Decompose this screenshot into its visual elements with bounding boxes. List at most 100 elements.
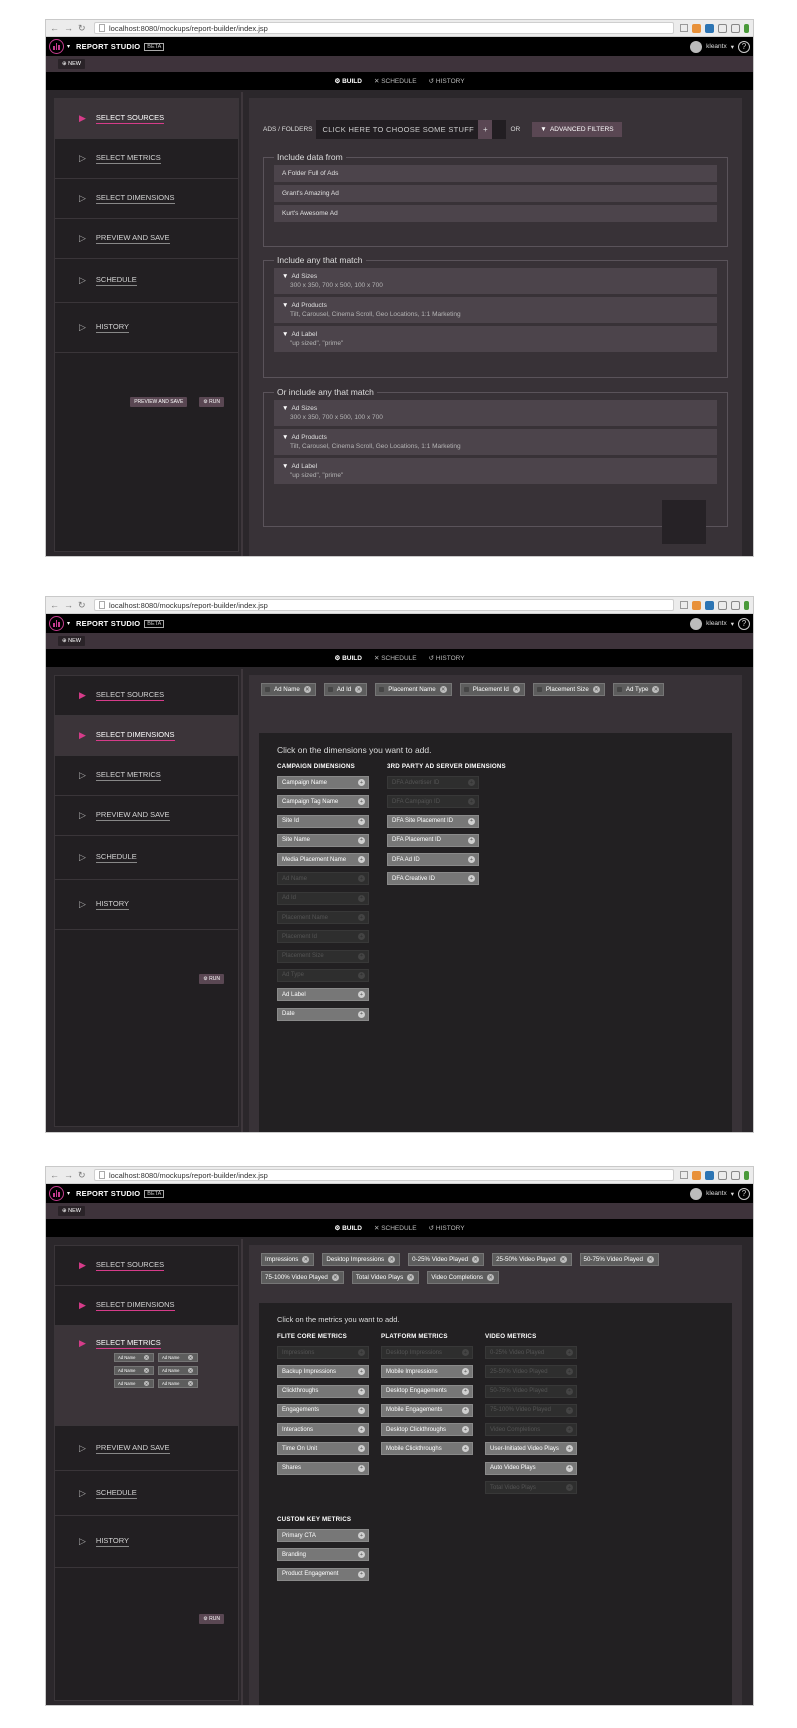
selected-chip[interactable]: Ad Type ✕ [612, 683, 665, 696]
step-select-dimensions[interactable]: ▶ SELECT DIMENSIONS [55, 716, 238, 756]
user-menu[interactable]: kleantx ▾? [690, 617, 750, 630]
report-studio-logo-icon[interactable] [49, 616, 64, 631]
new-report-button[interactable]: ⊕ NEW [58, 636, 85, 646]
metric-option[interactable]: Desktop Clickthroughs + [381, 1423, 473, 1437]
forward-icon[interactable]: → [64, 600, 73, 611]
step-select-sources[interactable]: ▶ SELECT SOURCES [55, 99, 238, 139]
back-icon[interactable]: ← [50, 600, 59, 611]
selected-chip[interactable]: 50-75% Video Played ✕ [579, 1253, 659, 1266]
tab-build[interactable]: ⚙ BUILD [334, 654, 362, 662]
remove-icon[interactable]: ✕ [472, 1256, 480, 1263]
metric-option[interactable]: Engagements + [277, 1403, 369, 1417]
metric-option[interactable]: Desktop Engagements + [381, 1384, 473, 1398]
new-report-button[interactable]: ⊕ NEW [58, 1206, 85, 1216]
ads-folders-chooser[interactable]: CLICK HERE TO CHOOSE SOME STUFF + [316, 120, 507, 139]
menu-icon[interactable] [744, 23, 749, 33]
reload-icon[interactable]: ↻ [78, 23, 86, 34]
menu-icon[interactable] [744, 1170, 749, 1180]
tab-history[interactable]: ↺ HISTORY [429, 77, 465, 85]
metric-option[interactable]: Auto Video Plays + [485, 1461, 577, 1475]
step-history[interactable]: ▷ HISTORY [55, 303, 238, 353]
address-bar[interactable]: localhost:8080/mockups/report-builder/in… [94, 599, 674, 611]
selected-chip[interactable]: Placement Size ✕ [532, 683, 605, 696]
remove-icon[interactable]: ✕ [592, 686, 600, 693]
selected-chip[interactable]: Placement Id ✕ [459, 683, 525, 696]
filter-rule[interactable]: ▼ Ad Label "up sized", "prime" [274, 326, 717, 352]
step-preview-and-save[interactable]: ▷ PREVIEW AND SAVE [55, 1426, 238, 1471]
selected-chip[interactable]: Video Completions ✕ [427, 1271, 500, 1284]
dimension-option[interactable]: DFA Ad ID + [387, 853, 479, 867]
cast-icon[interactable] [718, 1170, 727, 1180]
step-select-metrics[interactable]: ▷ SELECT METRICS [55, 756, 238, 796]
dimension-option[interactable]: Campaign Name + [277, 776, 369, 789]
step-select-metrics[interactable]: ▷ SELECT METRICS [55, 139, 238, 179]
dimension-option[interactable]: Ad Label + [277, 988, 369, 1002]
menu-icon[interactable] [744, 600, 749, 610]
help-icon[interactable]: ? [738, 617, 750, 630]
star-icon[interactable] [680, 24, 688, 32]
forward-icon[interactable]: → [64, 1170, 73, 1181]
run-button[interactable]: ⚙ RUN [199, 397, 224, 407]
app-menu-chevron-icon[interactable]: ▾ [67, 43, 70, 50]
address-bar[interactable]: localhost:8080/mockups/report-builder/in… [94, 1169, 674, 1181]
star-icon[interactable] [680, 601, 688, 609]
forward-icon[interactable]: → [64, 23, 73, 34]
run-button[interactable]: ⚙ RUN [199, 1614, 224, 1624]
cast-icon[interactable] [718, 600, 727, 610]
selected-chip[interactable]: Total Video Plays ✕ [351, 1271, 420, 1284]
filter-rule[interactable]: ▼ Ad Products Tilt, Carousel, Cinema Scrol… [274, 297, 717, 323]
remove-icon[interactable]: ✕ [144, 1368, 149, 1373]
filter-rule[interactable]: ▼ Ad Products Tilt, Carousel, Cinema Scrol… [274, 429, 717, 455]
star-icon[interactable] [680, 1171, 688, 1179]
address-bar[interactable]: localhost:8080/mockups/report-builder/in… [94, 22, 674, 34]
step-history[interactable]: ▷ HISTORY [55, 880, 238, 930]
step-schedule[interactable]: ▷ SCHEDULE [55, 1471, 238, 1516]
dimension-option[interactable]: DFA Placement ID + [387, 833, 479, 847]
extension-icon[interactable] [692, 600, 701, 610]
remove-icon[interactable]: ✕ [512, 686, 520, 693]
remove-icon[interactable]: ✕ [188, 1368, 193, 1373]
step-select-sources[interactable]: ▶ SELECT SOURCES [55, 676, 238, 716]
metric-option[interactable]: Backup Impressions + [277, 1365, 369, 1379]
camera-icon[interactable] [731, 23, 740, 33]
advanced-filters-button[interactable]: ▼ ADVANCED FILTERS [532, 122, 622, 137]
remove-icon[interactable]: ✕ [439, 686, 447, 693]
trello-icon[interactable] [705, 1170, 714, 1180]
extension-icon[interactable] [692, 1170, 701, 1180]
tab-history[interactable]: ↺ HISTORY [429, 1224, 465, 1232]
metric-option[interactable]: Time On Unit + [277, 1442, 369, 1456]
filter-rule[interactable]: ▼ Ad Sizes 300 x 350, 700 x 500, 100 x 700 [274, 400, 717, 426]
remove-icon[interactable]: ✕ [188, 1355, 193, 1360]
step-select-dimensions[interactable]: ▷ SELECT DIMENSIONS [55, 179, 238, 219]
remove-icon[interactable]: ✕ [303, 686, 311, 693]
remove-icon[interactable]: ✕ [331, 1274, 339, 1281]
mini-chip[interactable]: Ad Name ✕ [158, 1379, 198, 1388]
reload-icon[interactable]: ↻ [78, 1170, 86, 1181]
selected-chip[interactable]: 25-50% Video Played ✕ [492, 1253, 572, 1266]
tab-history[interactable]: ↺ HISTORY [429, 654, 465, 662]
remove-icon[interactable]: ✕ [487, 1274, 495, 1281]
user-menu[interactable]: kleantx ▾? [690, 1187, 750, 1200]
remove-icon[interactable]: ✕ [144, 1381, 149, 1386]
report-studio-logo-icon[interactable] [49, 1186, 64, 1201]
step-schedule[interactable]: ▷ SCHEDULE [55, 836, 238, 880]
tab-schedule[interactable]: ✕ SCHEDULE [374, 1224, 417, 1232]
extension-icon[interactable] [692, 23, 701, 33]
app-menu-chevron-icon[interactable]: ▾ [67, 620, 70, 627]
app-menu-chevron-icon[interactable]: ▾ [67, 1190, 70, 1197]
selected-chip[interactable]: Desktop Impressions ✕ [322, 1253, 401, 1266]
metric-option[interactable]: Primary CTA + [277, 1529, 369, 1542]
mini-chip[interactable]: Ad Name ✕ [114, 1366, 154, 1375]
step-schedule[interactable]: ▷ SCHEDULE [55, 259, 238, 303]
tab-build[interactable]: ⚙ BUILD [334, 77, 362, 85]
report-studio-logo-icon[interactable] [49, 39, 64, 54]
preview-and-save-button[interactable]: PREVIEW AND SAVE [130, 397, 188, 407]
back-icon[interactable]: ← [50, 23, 59, 34]
metric-option[interactable]: User-Initiated Video Plays + [485, 1442, 577, 1456]
metric-option[interactable]: Mobile Clickthroughs + [381, 1442, 473, 1456]
new-report-button[interactable]: ⊕ NEW [58, 59, 85, 69]
reload-icon[interactable]: ↻ [78, 600, 86, 611]
dimension-option[interactable]: Campaign Tag Name + [277, 795, 369, 809]
selected-chip[interactable]: Placement Name ✕ [375, 683, 452, 696]
step-select-metrics[interactable]: ▶ SELECT METRICS Ad Name ✕ Ad Name ✕ Ad Name… [55, 1326, 238, 1426]
